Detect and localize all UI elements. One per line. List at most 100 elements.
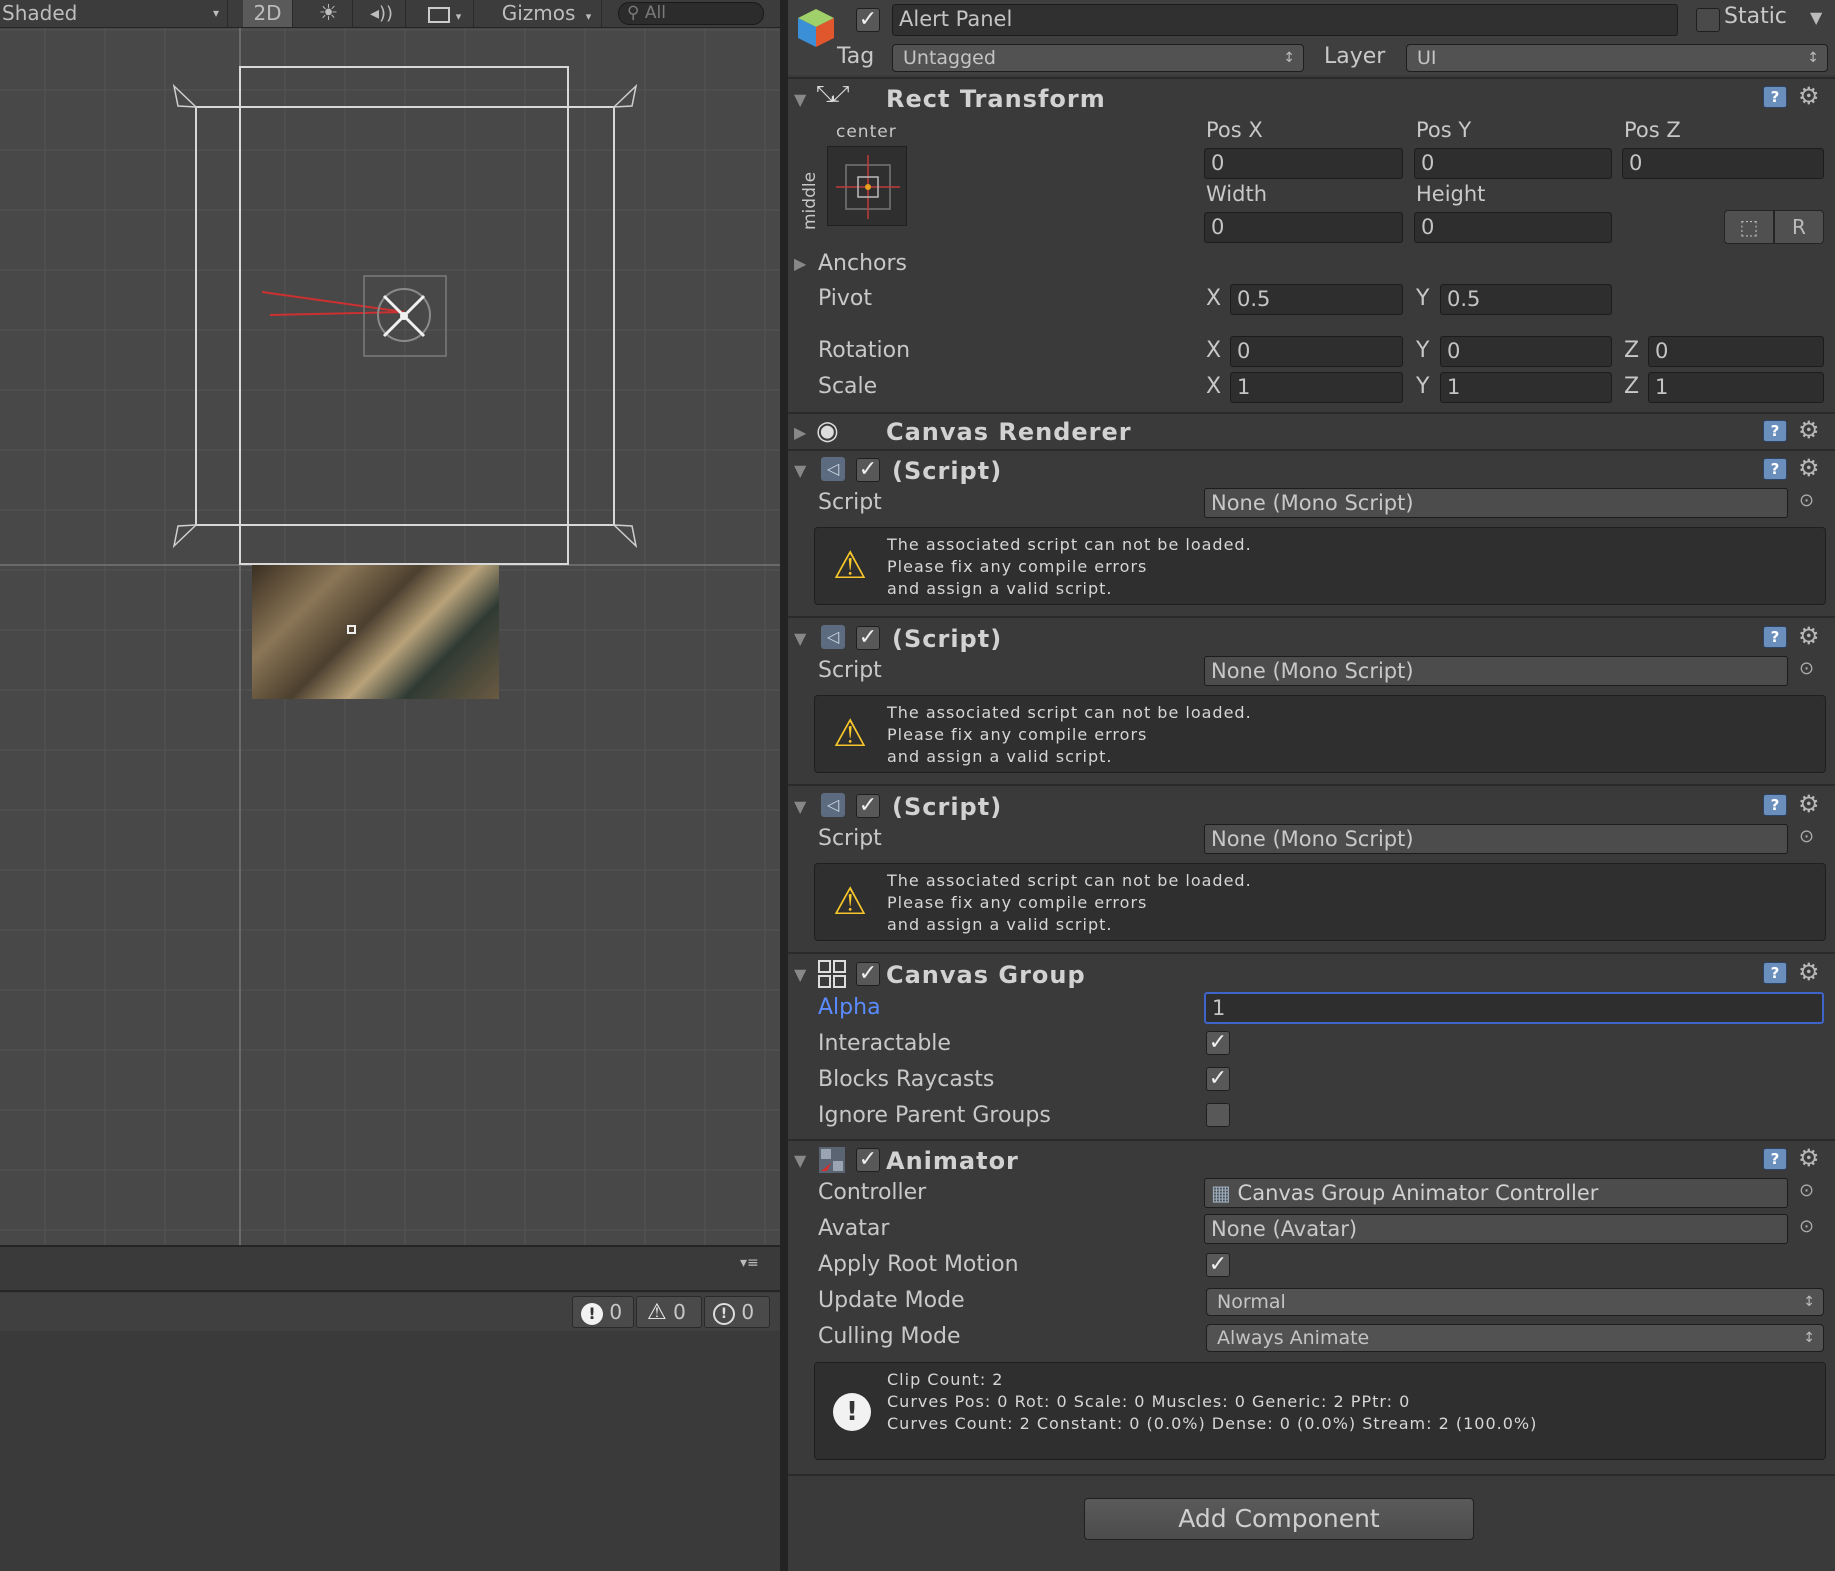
- pos-x-field[interactable]: 0: [1204, 148, 1403, 179]
- width-field[interactable]: 0: [1204, 212, 1403, 243]
- script-object-field[interactable]: None (Mono Script): [1204, 656, 1788, 686]
- gear-icon[interactable]: ⚙: [1798, 960, 1820, 984]
- anchor-preset-button[interactable]: [827, 146, 907, 226]
- controller-label: Controller: [818, 1180, 927, 1205]
- gear-icon[interactable]: ⚙: [1798, 624, 1820, 648]
- animator-enabled-checkbox[interactable]: ✓: [856, 1148, 880, 1172]
- warning-icon: ⚠: [647, 1300, 667, 1325]
- pos-y-field[interactable]: 0: [1414, 148, 1612, 179]
- gizmos-dropdown[interactable]: Gizmos ▾: [492, 0, 602, 27]
- canvas-group-enabled-checkbox[interactable]: ✓: [856, 962, 880, 986]
- script-object-field[interactable]: None (Mono Script): [1204, 488, 1788, 518]
- pivot-y-field[interactable]: 0.5: [1440, 284, 1612, 315]
- script-enabled-checkbox[interactable]: ✓: [856, 458, 880, 482]
- foldout-expanded-icon[interactable]: ▼: [794, 461, 806, 481]
- gear-icon[interactable]: ⚙: [1798, 792, 1820, 816]
- pos-x-value: 0: [1211, 151, 1225, 175]
- console-pane: ▾≡ ! 0 ⚠ 0 ! 0: [0, 1247, 780, 1571]
- console-warning-toggle[interactable]: ⚠ 0: [636, 1296, 702, 1328]
- apply-root-motion-checkbox[interactable]: ✓: [1206, 1253, 1230, 1277]
- warning-line: The associated script can not be loaded.: [887, 871, 1252, 890]
- controller-object-field[interactable]: ▦ Canvas Group Animator Controller: [1204, 1178, 1788, 1208]
- tag-dropdown[interactable]: Untagged: [892, 44, 1304, 72]
- console-info-toggle[interactable]: ! 0: [704, 1296, 770, 1328]
- foldout-expanded-icon[interactable]: ▼: [794, 629, 806, 649]
- info-line: Curves Count: 2 Constant: 0 (0.0%) Dense…: [887, 1414, 1538, 1433]
- foldout-expanded-icon[interactable]: ▼: [794, 1151, 806, 1171]
- foldout-expanded-icon[interactable]: ▼: [794, 90, 806, 110]
- rotation-y-field[interactable]: 0: [1440, 336, 1612, 367]
- gear-icon[interactable]: ⚙: [1798, 84, 1820, 108]
- scene-search-input[interactable]: ⚲ All: [618, 2, 764, 25]
- script-enabled-checkbox[interactable]: ✓: [856, 626, 880, 650]
- console-menu-icon[interactable]: ▾≡: [740, 1255, 759, 1271]
- help-icon[interactable]: ?: [1763, 420, 1787, 442]
- speaker-icon[interactable]: ◂)): [358, 0, 406, 27]
- foldout-collapsed-icon[interactable]: ▶: [794, 254, 806, 274]
- alpha-field[interactable]: 1: [1204, 992, 1824, 1024]
- help-icon[interactable]: ?: [1763, 794, 1787, 816]
- 2d-toggle[interactable]: 2D: [243, 0, 293, 27]
- anchors-label[interactable]: Anchors: [818, 251, 907, 276]
- scene-view[interactable]: Shaded ▾ 2D ☀ ◂)) ▾ Gizmos ▾ ⚲ All ▾≡ ! …: [0, 0, 780, 1571]
- raw-edit-button[interactable]: R: [1774, 210, 1824, 244]
- gear-icon[interactable]: ⚙: [1798, 418, 1820, 442]
- object-picker-icon[interactable]: ⊙: [1799, 1180, 1814, 1201]
- blueprint-mode-button[interactable]: ⬚: [1724, 210, 1774, 244]
- blocks-raycasts-checkbox[interactable]: ✓: [1206, 1067, 1230, 1091]
- scale-z-field[interactable]: 1: [1648, 372, 1824, 403]
- object-picker-icon[interactable]: ⊙: [1799, 1216, 1814, 1237]
- object-name-field[interactable]: Alert Panel: [892, 4, 1678, 36]
- pane-splitter[interactable]: [780, 0, 788, 1571]
- scale-x-field[interactable]: 1: [1230, 372, 1403, 403]
- static-checkbox[interactable]: [1696, 8, 1720, 32]
- add-component-button[interactable]: Add Component: [1084, 1498, 1474, 1540]
- info-line: Curves Pos: 0 Rot: 0 Scale: 0 Muscles: 0…: [887, 1392, 1411, 1411]
- pivot-y-value: 0.5: [1447, 287, 1481, 311]
- script-enabled-checkbox[interactable]: ✓: [856, 794, 880, 818]
- avatar-object-field[interactable]: None (Avatar): [1204, 1214, 1788, 1244]
- missing-script-warning: ⚠ The associated script can not be loade…: [814, 863, 1826, 941]
- image-icon[interactable]: ▾: [416, 0, 474, 27]
- pivot-y-label: Y: [1416, 286, 1430, 311]
- help-icon[interactable]: ?: [1763, 458, 1787, 480]
- pivot-x-field[interactable]: 0.5: [1230, 284, 1403, 315]
- foldout-expanded-icon[interactable]: ▼: [794, 797, 806, 817]
- warning-icon: ⚠: [833, 879, 868, 923]
- warning-line: The associated script can not be loaded.: [887, 535, 1252, 554]
- rotation-x-field[interactable]: 0: [1230, 336, 1403, 367]
- separator: [788, 1139, 1835, 1141]
- gear-icon[interactable]: ⚙: [1798, 456, 1820, 480]
- height-field[interactable]: 0: [1414, 212, 1612, 243]
- gameobject-cube-icon[interactable]: [794, 5, 838, 49]
- gear-icon[interactable]: ⚙: [1798, 1146, 1820, 1170]
- script-object-field[interactable]: None (Mono Script): [1204, 824, 1788, 854]
- help-icon[interactable]: ?: [1763, 1148, 1787, 1170]
- help-icon[interactable]: ?: [1763, 626, 1787, 648]
- rotation-z-field[interactable]: 0: [1648, 336, 1824, 367]
- sun-icon[interactable]: ☀: [305, 0, 353, 27]
- interactable-checkbox[interactable]: ✓: [1206, 1031, 1230, 1055]
- scale-y-field[interactable]: 1: [1440, 372, 1612, 403]
- help-icon[interactable]: ?: [1763, 962, 1787, 984]
- pos-y-label: Pos Y: [1416, 118, 1472, 142]
- static-dropdown-arrow-icon[interactable]: ▼: [1810, 8, 1822, 27]
- layer-dropdown[interactable]: UI: [1406, 44, 1828, 72]
- culling-mode-dropdown[interactable]: Always Animate: [1206, 1324, 1824, 1352]
- ignore-parent-groups-checkbox[interactable]: [1206, 1103, 1230, 1127]
- help-icon[interactable]: ?: [1763, 86, 1787, 108]
- object-active-checkbox[interactable]: ✓: [856, 8, 880, 32]
- object-picker-icon[interactable]: ⊙: [1799, 658, 1814, 679]
- pos-z-field[interactable]: 0: [1622, 148, 1824, 179]
- object-picker-icon[interactable]: ⊙: [1799, 490, 1814, 511]
- console-error-toggle[interactable]: ! 0: [572, 1296, 634, 1328]
- update-mode-dropdown[interactable]: Normal: [1206, 1288, 1824, 1316]
- foldout-expanded-icon[interactable]: ▼: [794, 965, 806, 985]
- shading-mode-dropdown[interactable]: Shaded ▾: [0, 0, 228, 27]
- foldout-collapsed-icon[interactable]: ▶: [794, 423, 806, 443]
- script-field-value: None (Mono Script): [1211, 659, 1414, 683]
- scale-y-value: 1: [1447, 375, 1461, 399]
- canvas-renderer-title[interactable]: Canvas Renderer: [886, 418, 1132, 446]
- separator: [788, 412, 1835, 414]
- object-picker-icon[interactable]: ⊙: [1799, 826, 1814, 847]
